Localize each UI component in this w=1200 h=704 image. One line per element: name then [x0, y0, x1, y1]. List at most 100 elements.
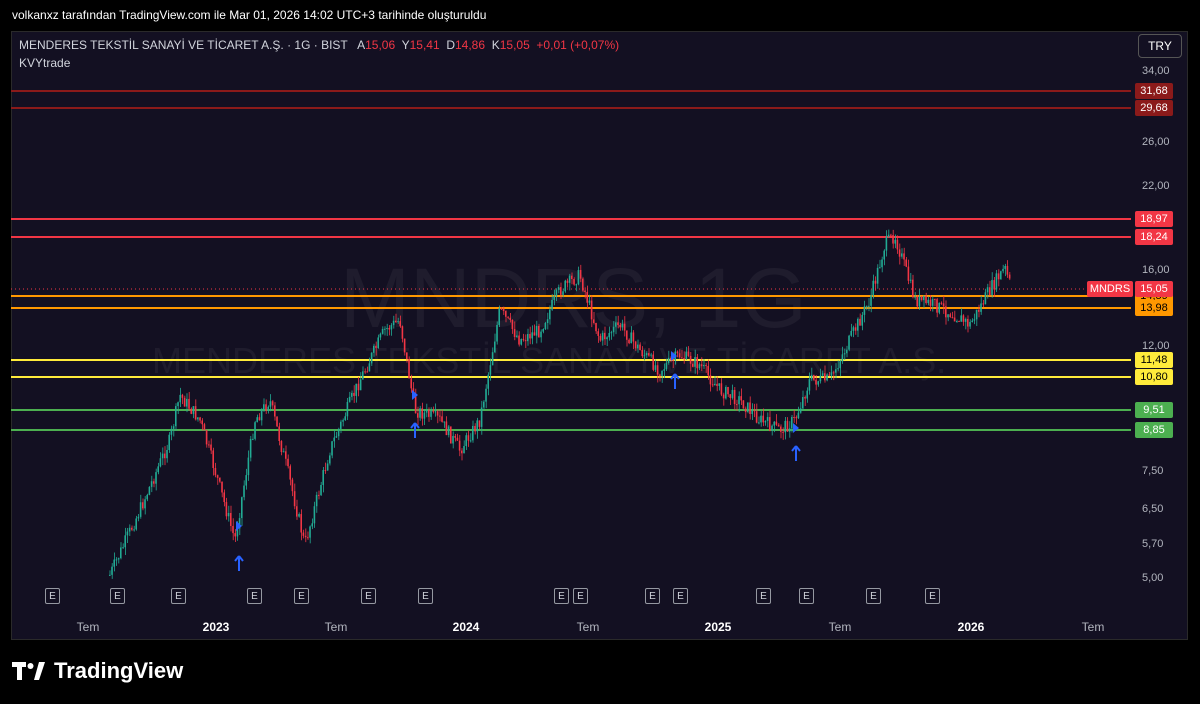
candle-body	[586, 292, 588, 303]
candle-body	[533, 332, 536, 336]
candle-body	[208, 444, 210, 446]
candle-body	[425, 410, 428, 413]
earnings-marker[interactable]: E	[247, 588, 262, 604]
candle-body	[403, 338, 406, 353]
candle-body	[843, 353, 846, 355]
candle-body	[764, 420, 767, 423]
candle-body	[566, 280, 569, 283]
candle-body	[467, 435, 470, 441]
indicator-legend[interactable]: KVYtrade	[19, 56, 70, 70]
candle-body	[780, 426, 782, 432]
candle-body	[355, 383, 357, 396]
candle-body	[282, 451, 285, 453]
tradingview-logo[interactable]: TradingView	[12, 658, 183, 684]
level-price-tag: 9,51	[1135, 402, 1173, 418]
candle-body	[353, 392, 355, 396]
candle-body	[223, 492, 225, 503]
candle-body	[553, 296, 555, 300]
candle-body	[507, 316, 509, 318]
earnings-marker[interactable]: E	[673, 588, 688, 604]
candle-body	[960, 315, 962, 322]
price-axis-label: 5,70	[1142, 538, 1164, 550]
tradingview-logo-icon	[12, 662, 45, 680]
candle-body	[749, 402, 751, 414]
candle-body	[703, 364, 705, 367]
candle-body	[311, 523, 313, 527]
candle-body	[927, 299, 929, 304]
candle-body	[194, 406, 197, 420]
candle-body	[681, 357, 683, 359]
candle-body	[982, 303, 984, 305]
candle-body	[513, 329, 516, 337]
candle-body	[366, 371, 368, 373]
candle-body	[898, 249, 901, 257]
time-axis-label: Tem	[76, 620, 100, 634]
candle-body	[588, 300, 591, 303]
earnings-marker[interactable]: E	[756, 588, 771, 604]
candle-body	[555, 289, 558, 297]
candle-body	[221, 481, 223, 493]
candle-body	[936, 299, 938, 313]
level-price-tag: 8,85	[1135, 422, 1173, 438]
candle-body	[808, 379, 811, 391]
candle-body	[969, 321, 971, 327]
earnings-marker[interactable]: E	[171, 588, 186, 604]
candle-body	[892, 235, 894, 244]
time-axis-label: Tem	[576, 620, 600, 634]
earnings-marker[interactable]: E	[110, 588, 125, 604]
candle-body	[1004, 265, 1006, 269]
candle-body	[274, 405, 276, 417]
candle-body	[909, 279, 912, 281]
candle-body	[549, 309, 551, 320]
candle-body	[522, 339, 525, 341]
candle-body	[810, 374, 813, 380]
candle-body	[929, 299, 932, 306]
candle-body	[857, 318, 859, 331]
candle-body	[729, 394, 731, 398]
earnings-marker[interactable]: E	[866, 588, 881, 604]
earnings-marker[interactable]: E	[799, 588, 814, 604]
candle-body	[111, 566, 113, 575]
earnings-marker[interactable]: E	[294, 588, 309, 604]
earnings-marker[interactable]: E	[418, 588, 433, 604]
candle-body	[557, 287, 560, 290]
candle-body	[260, 409, 263, 421]
candle-body	[639, 344, 641, 351]
earnings-marker[interactable]: E	[45, 588, 60, 604]
candle-body	[984, 292, 987, 305]
candle-body	[166, 449, 168, 459]
candle-body	[428, 410, 430, 417]
candle-body	[315, 494, 318, 507]
candle-body	[894, 239, 896, 244]
candle-body	[150, 481, 153, 487]
candle-body	[775, 421, 778, 425]
candle-body	[390, 325, 393, 330]
candle-body	[819, 375, 822, 382]
candle-body	[183, 397, 186, 407]
candle-body	[628, 339, 630, 344]
earnings-marker[interactable]: E	[645, 588, 660, 604]
price-axis-label: 34,00	[1142, 65, 1170, 77]
candle-body	[375, 345, 377, 349]
candle-body	[146, 494, 148, 500]
candle-body	[456, 437, 459, 441]
candle-body	[896, 239, 899, 250]
candle-body	[621, 323, 624, 328]
candlestick-plot[interactable]	[11, 31, 1131, 610]
candle-body	[925, 295, 927, 304]
earnings-marker[interactable]: E	[554, 588, 569, 604]
candle-body	[280, 440, 283, 453]
candle-body	[384, 328, 386, 330]
earnings-marker[interactable]: E	[361, 588, 376, 604]
candle-body	[883, 250, 885, 260]
candle-body	[956, 321, 958, 323]
symbol-legend[interactable]: MENDERES TEKSTİL SANAYİ VE TİCARET A.Ş. …	[19, 38, 619, 52]
currency-button[interactable]: TRY	[1138, 34, 1182, 58]
earnings-marker[interactable]: E	[925, 588, 940, 604]
candle-body	[824, 373, 826, 381]
candle-body	[918, 296, 921, 307]
candle-body	[258, 417, 261, 421]
candle-body	[938, 302, 940, 313]
earnings-marker[interactable]: E	[573, 588, 588, 604]
candle-body	[287, 458, 289, 467]
